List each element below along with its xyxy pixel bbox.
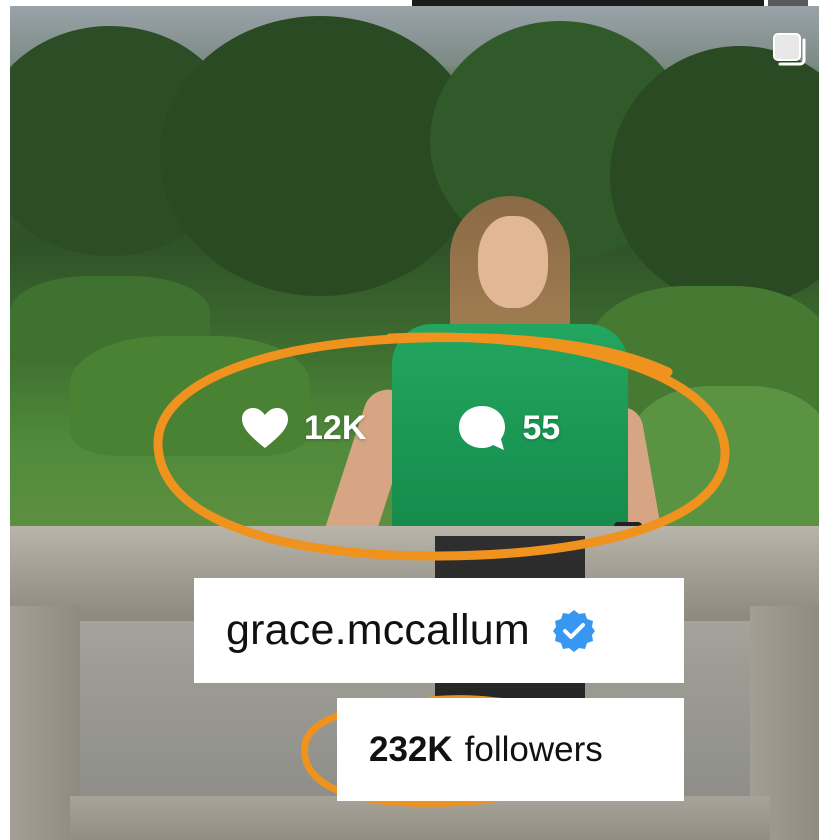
username-card[interactable]: grace.mccallum: [194, 578, 684, 683]
comments-count: 55: [522, 408, 561, 447]
multiple-posts-icon: [773, 33, 806, 66]
comments-stat: 55: [456, 403, 560, 453]
post-engagement-overlay: 12K 55: [240, 400, 560, 456]
likes-count: 12K: [304, 408, 367, 447]
person-face: [478, 216, 548, 308]
username[interactable]: grace.mccallum: [226, 606, 530, 655]
followers-count: 232K: [369, 729, 453, 769]
likes-stat: 12K: [240, 406, 366, 450]
followers-card: 232K followers: [337, 698, 684, 801]
railing-base: [70, 796, 770, 840]
verified-badge-icon: [552, 609, 595, 652]
followers-label: followers: [464, 729, 603, 769]
hedge: [630, 386, 819, 526]
comment-bubble-icon: [459, 406, 506, 450]
heart-icon: [242, 408, 288, 448]
